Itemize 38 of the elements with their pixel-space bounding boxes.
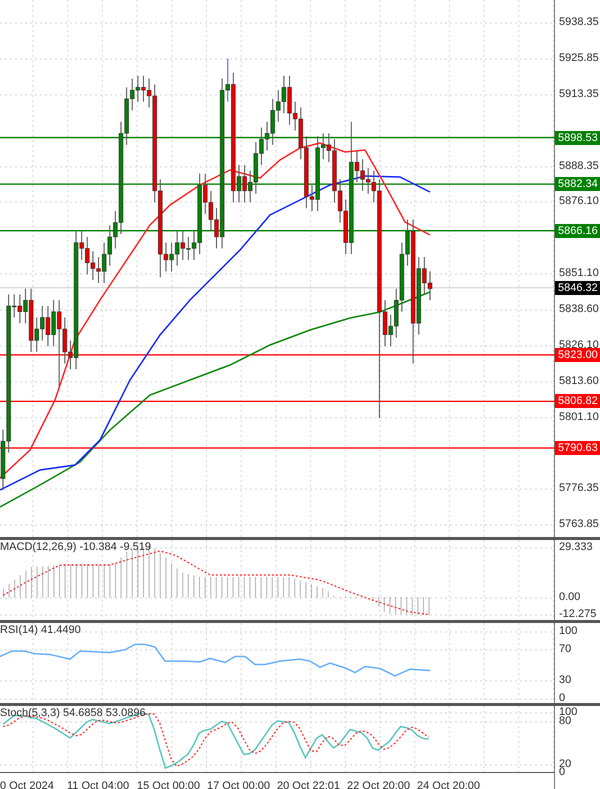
price-tag: 5898.53: [555, 130, 600, 145]
time-label: 0 Oct 2024: [0, 780, 54, 789]
indicator-axis-label: 70: [559, 643, 572, 656]
indicator-axis-label: 0: [559, 766, 566, 779]
indicator-axis-label: -12.275: [559, 608, 596, 621]
indicator-axis-label: 80: [559, 715, 572, 728]
indicator-label: MACD(12,26,9) -10.384 -9.519: [0, 541, 152, 554]
time-label: 15 Oct 00:00: [137, 780, 200, 789]
indicator-label: RSI(14) 41.4490: [0, 624, 81, 637]
price-label: 5938.35: [559, 16, 599, 29]
price-label: 5763.85: [559, 518, 599, 532]
indicator-label: Stoch(5,3,3) 54.6858 53.0896: [0, 707, 146, 720]
indicator-axis-label: 29.333: [559, 541, 593, 554]
time-label: 24 Oct 20:00: [417, 780, 480, 789]
indicator-axis-label: 100: [559, 706, 578, 718]
price-tag: 5823.00: [555, 348, 600, 362]
time-label: 22 Oct 20:00: [347, 780, 410, 789]
price-label: 5913.35: [559, 88, 599, 101]
indicator-axis-label: 100: [559, 625, 578, 638]
price-tag: 5882.34: [555, 177, 600, 192]
price-label: 5776.35: [559, 482, 599, 496]
indicator-axis-label: 0: [559, 692, 566, 705]
time-label: 20 Oct 22:01: [277, 780, 340, 789]
price-label: 5851.10: [559, 267, 599, 280]
price-tag: 5806.82: [555, 394, 600, 408]
price-label: 5925.85: [559, 52, 599, 65]
current-price-tag: 5846.32: [555, 280, 600, 295]
price-tag: 5866.16: [555, 224, 600, 238]
price-tag: 5790.63: [555, 440, 600, 455]
indicator-axis-label: 30: [559, 674, 572, 687]
price-label: 5888.35: [559, 160, 599, 173]
time-label: 17 Oct 00:00: [207, 780, 270, 789]
time-label: 11 Oct 04:00: [67, 780, 130, 789]
price-label: 5876.10: [559, 195, 599, 208]
price-label: 5801.10: [559, 410, 599, 424]
indicator-axis-label: 0.00: [559, 591, 580, 604]
price-label: 5838.60: [559, 302, 599, 316]
price-label: 5813.60: [559, 374, 599, 388]
